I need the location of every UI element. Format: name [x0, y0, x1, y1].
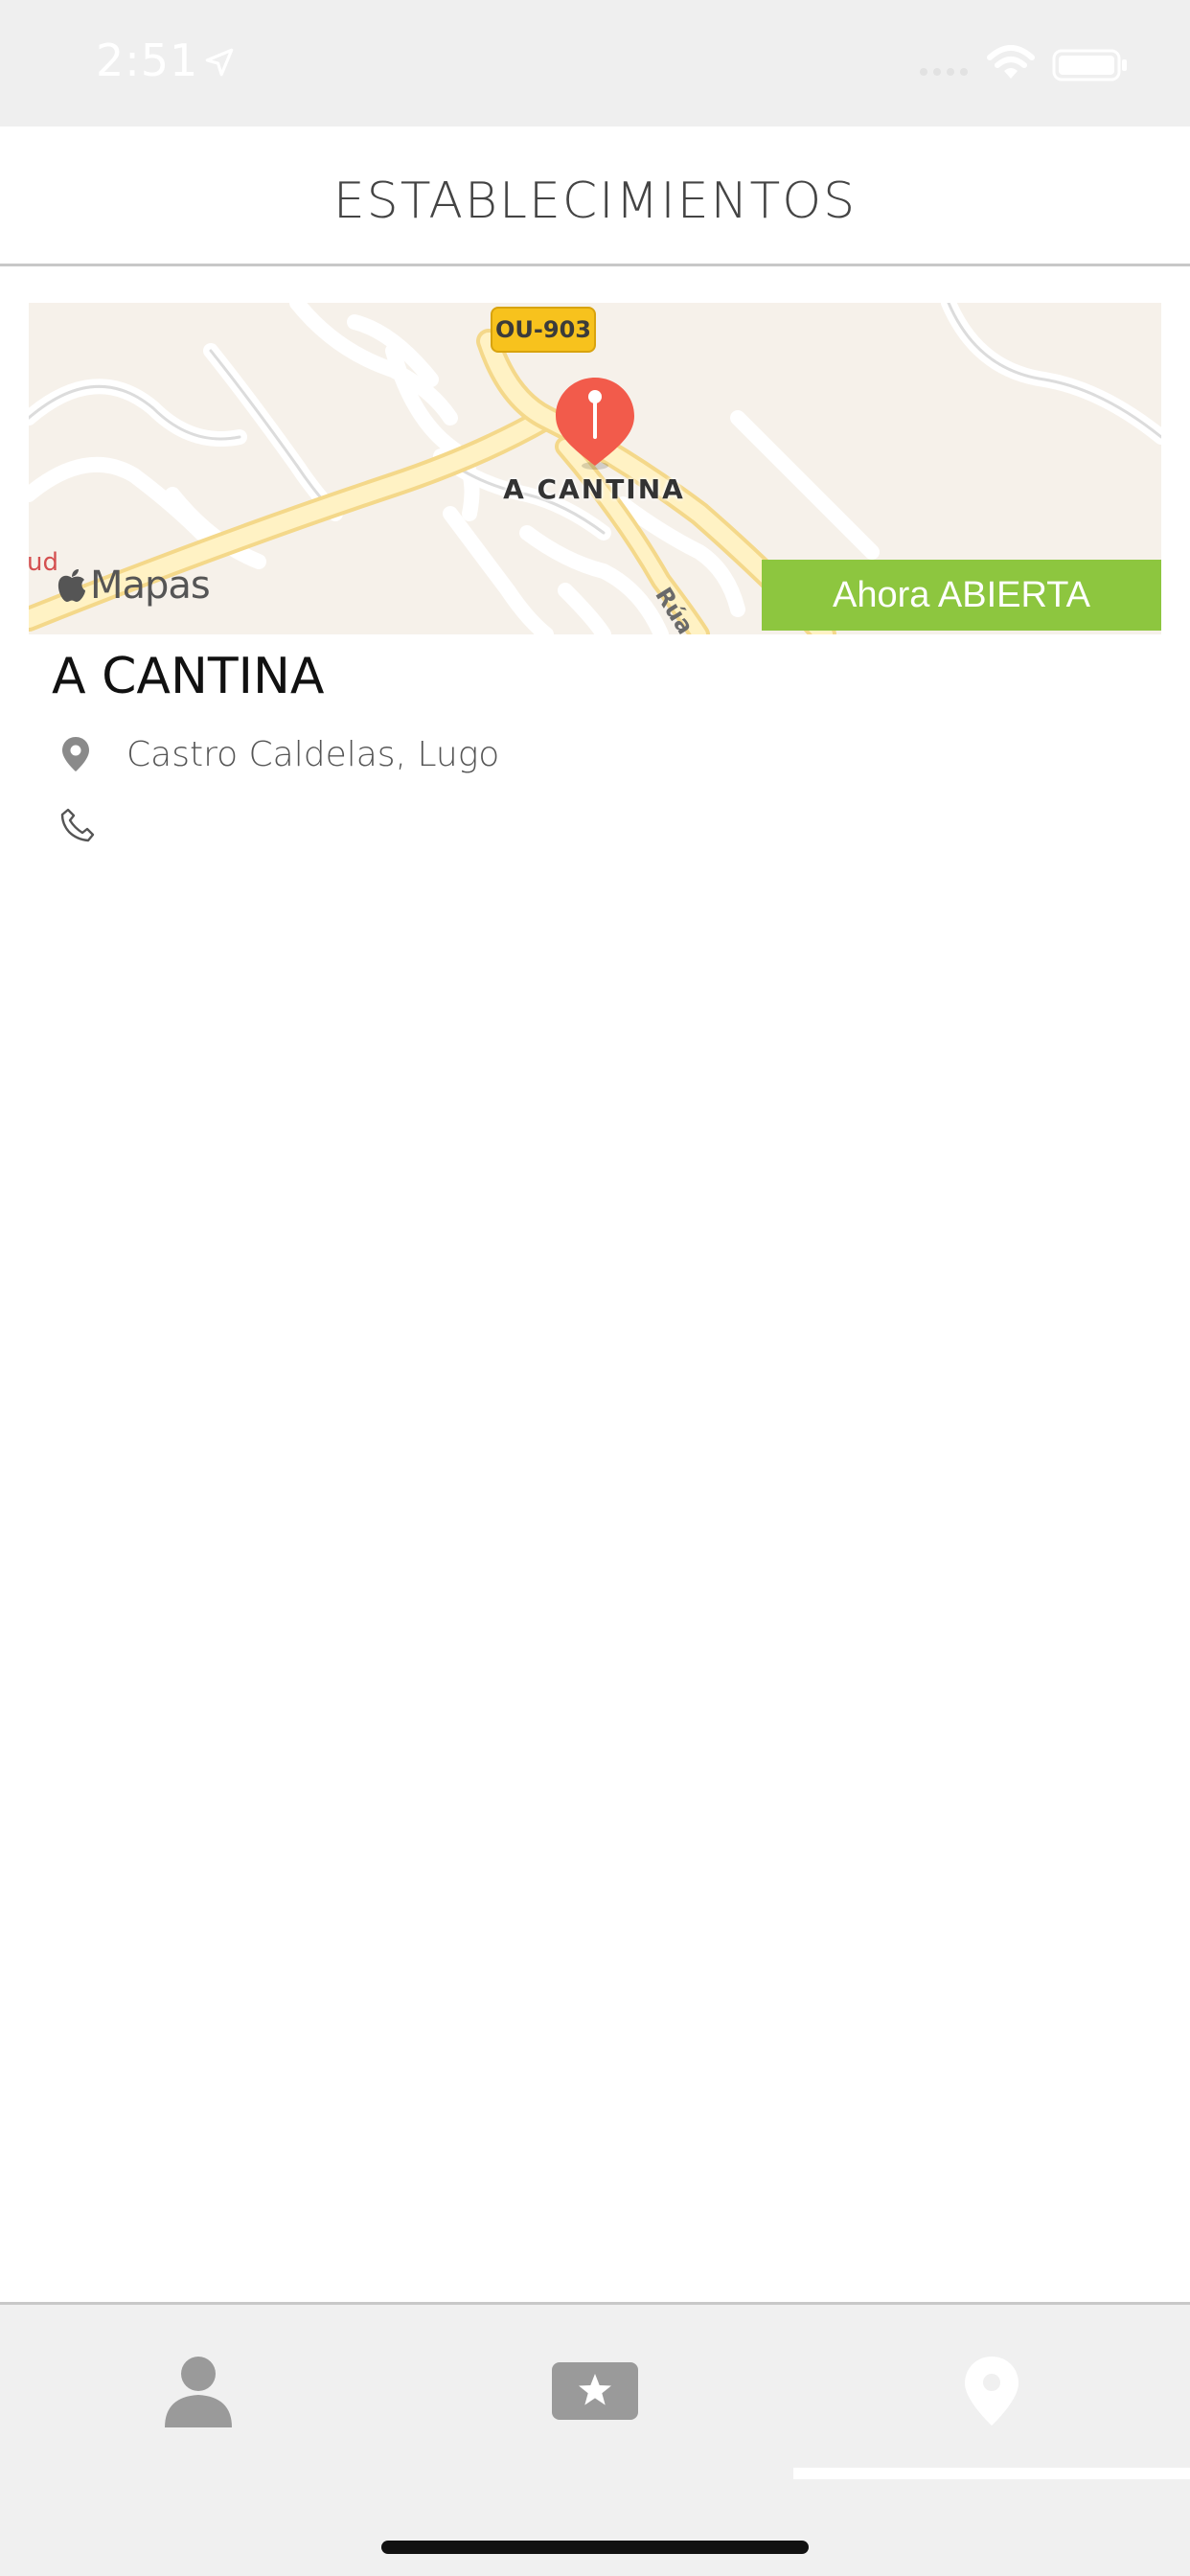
page-title: ESTABLECIMIENTOS	[332, 172, 858, 230]
map-pin-marker[interactable]	[552, 374, 638, 473]
star-ticket-icon	[552, 2362, 638, 2420]
maps-logo-text: Mapas	[90, 564, 211, 608]
establishment-name: A CANTINA	[52, 648, 325, 705]
maps-logo: Mapas	[56, 562, 211, 610]
map-place-label: A CANTINA	[503, 473, 685, 505]
open-status-badge: Ahora ABIERTA	[762, 560, 1161, 631]
address-text: Castro Caldelas, Lugo	[126, 734, 500, 774]
phone-row[interactable]	[59, 803, 130, 847]
signal-icon	[920, 68, 968, 76]
phone-icon	[60, 808, 95, 842]
battery-icon	[1052, 49, 1127, 81]
header: ESTABLECIMIENTOS	[0, 126, 1190, 266]
location-pin-icon	[62, 737, 89, 771]
location-arrow-icon	[205, 48, 234, 77]
tab-profile[interactable]	[0, 2305, 397, 2477]
status-bar: 2:51	[0, 0, 1190, 126]
wifi-icon	[987, 45, 1035, 79]
active-tab-indicator	[793, 2468, 1190, 2479]
tab-favorites[interactable]	[397, 2305, 793, 2477]
map-pin-icon	[965, 2357, 1018, 2426]
map-edge-label: ud	[29, 548, 58, 577]
home-indicator[interactable]	[381, 2541, 809, 2554]
apple-logo-icon	[57, 569, 85, 602]
status-time: 2:51	[96, 34, 199, 86]
tab-locations[interactable]	[793, 2305, 1190, 2477]
address-row[interactable]: Castro Caldelas, Lugo	[59, 730, 499, 778]
map-view[interactable]: OU-903 A CANTINA Rúa L ud Mapas Ahora AB…	[29, 303, 1161, 634]
person-icon	[165, 2357, 232, 2427]
tab-bar	[0, 2302, 1190, 2576]
road-shield-label: OU-903	[491, 307, 596, 353]
